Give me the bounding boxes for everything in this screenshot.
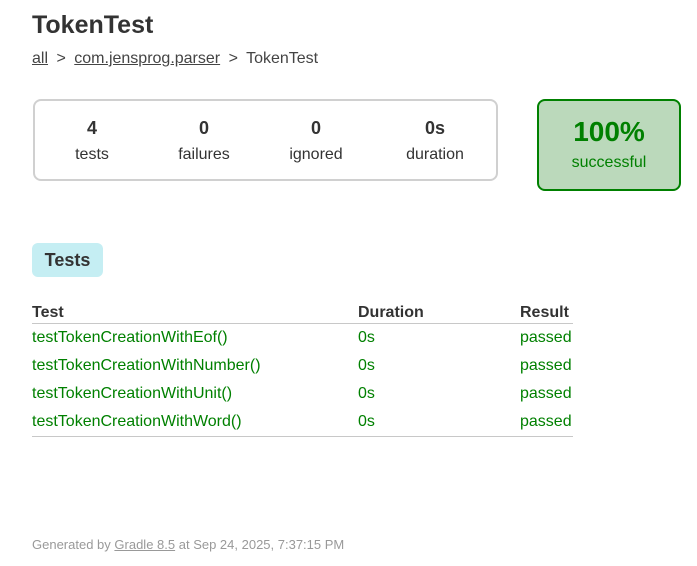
failures-label: failures <box>178 146 230 163</box>
footer-prefix: Generated by <box>32 537 111 552</box>
header-test: Test <box>32 303 358 324</box>
page-title: TokenTest <box>32 11 154 39</box>
breadcrumb: all > com.jensprog.parser > TokenTest <box>32 49 318 69</box>
duration-value: 0s <box>424 118 446 138</box>
success-label: successful <box>571 154 647 171</box>
duration-label: duration <box>406 146 464 163</box>
test-result: passed <box>520 329 572 346</box>
success-rate-box: 100% successful <box>537 99 681 191</box>
header-duration: Duration <box>358 303 520 324</box>
failures-count: 0 <box>198 118 209 138</box>
breadcrumb-current: TokenTest <box>246 50 319 67</box>
breadcrumb-link-package[interactable]: com.jensprog.parser <box>74 50 220 67</box>
table-row: testTokenCreationWithUnit() 0s passed <box>32 380 573 408</box>
test-duration: 0s <box>358 357 375 374</box>
footer: Generated by Gradle 8.5 at Sep 24, 2025,… <box>32 537 344 553</box>
test-result: passed <box>520 385 572 402</box>
test-result: passed <box>520 408 573 437</box>
tests-label: tests <box>75 146 109 163</box>
ignored-label: ignored <box>289 146 343 163</box>
test-name[interactable]: testTokenCreationWithEof() <box>32 324 358 353</box>
success-percent: 100% <box>573 116 645 147</box>
test-name[interactable]: testTokenCreationWithUnit() <box>32 380 358 408</box>
ignored-counter: 0 ignored <box>266 117 366 165</box>
header-result: Result <box>520 303 573 324</box>
breadcrumb-link-all[interactable]: all <box>32 50 48 67</box>
tests-counter: 4 tests <box>42 117 142 165</box>
footer-timestamp: at Sep 24, 2025, 7:37:15 PM <box>178 537 345 552</box>
tests-count: 4 <box>86 118 97 138</box>
breadcrumb-separator: > <box>228 50 238 67</box>
table-row: testTokenCreationWithWord() 0s passed <box>32 408 573 437</box>
table-row: testTokenCreationWithEof() 0s passed <box>32 324 573 353</box>
test-results-table: Test Duration Result testTokenCreationWi… <box>32 303 573 437</box>
test-duration: 0s <box>358 385 375 402</box>
summary-box: 4 tests 0 failures 0 ignored 0s duration <box>33 99 498 181</box>
failures-counter: 0 failures <box>154 117 254 165</box>
test-duration: 0s <box>358 408 520 437</box>
test-result: passed <box>520 357 572 374</box>
test-duration: 0s <box>358 329 375 346</box>
test-name[interactable]: testTokenCreationWithNumber() <box>32 352 358 380</box>
breadcrumb-separator: > <box>56 50 66 67</box>
duration-counter: 0s duration <box>385 117 485 165</box>
table-row: testTokenCreationWithNumber() 0s passed <box>32 352 573 380</box>
ignored-count: 0 <box>310 118 321 138</box>
table-header-row: Test Duration Result <box>32 303 573 324</box>
test-name[interactable]: testTokenCreationWithWord() <box>32 408 358 437</box>
gradle-link[interactable]: Gradle 8.5 <box>114 537 175 552</box>
tab-tests[interactable]: Tests <box>32 243 103 277</box>
